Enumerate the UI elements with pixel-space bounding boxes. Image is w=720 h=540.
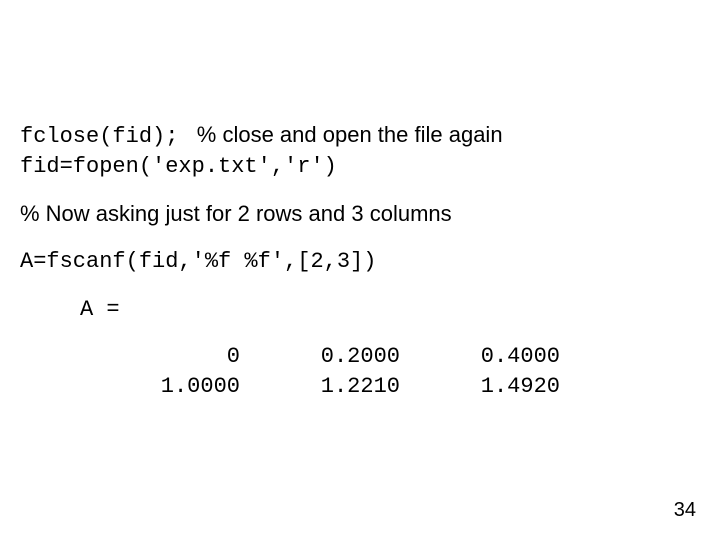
page-number: 34 — [674, 499, 696, 522]
code-fopen: fid=fopen('exp.txt','r') — [20, 152, 700, 182]
matrix-cell: 0.4000 — [400, 342, 560, 372]
matrix-cell: 1.2210 — [240, 372, 400, 402]
code-fscanf: A=fscanf(fid,'%f %f',[2,3]) — [20, 247, 700, 277]
matrix-output: 0 0.2000 0.4000 1.0000 1.2210 1.4920 — [20, 342, 700, 401]
matrix-cell: 0 — [80, 342, 240, 372]
code-block-2: A=fscanf(fid,'%f %f',[2,3]) — [20, 247, 700, 277]
matrix-row: 0 0.2000 0.4000 — [80, 342, 700, 372]
code-block-1: fclose(fid); % close and open the file a… — [20, 120, 700, 181]
output-label-block: A = — [80, 295, 700, 325]
code-line-1: fclose(fid); % close and open the file a… — [20, 120, 700, 152]
slide: fclose(fid); % close and open the file a… — [0, 0, 720, 540]
matrix-row: 1.0000 1.2210 1.4920 — [80, 372, 700, 402]
matrix-cell: 0.2000 — [240, 342, 400, 372]
output-var-label: A = — [80, 295, 700, 325]
comment-close-open: % close and open the file again — [178, 122, 502, 147]
code-fclose: fclose(fid); — [20, 124, 178, 149]
comment-block: % Now asking just for 2 rows and 3 colum… — [20, 199, 700, 229]
matrix-cell: 1.4920 — [400, 372, 560, 402]
comment-rows-cols: % Now asking just for 2 rows and 3 colum… — [20, 199, 700, 229]
matrix-cell: 1.0000 — [80, 372, 240, 402]
